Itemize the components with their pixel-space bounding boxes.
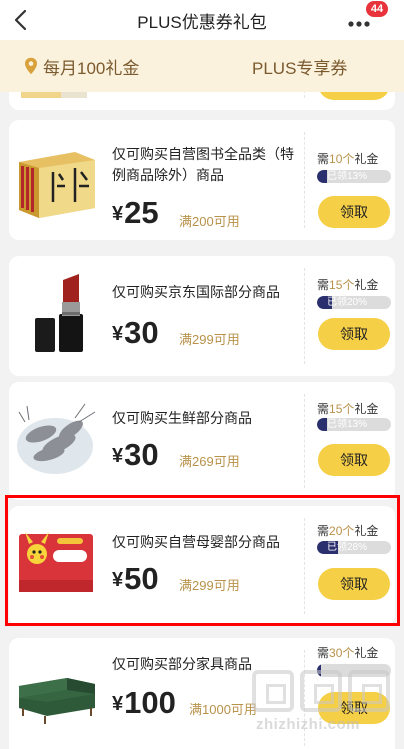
gift-cost: 需30个礼金 (317, 644, 378, 661)
coupon-price: ¥ 100 (112, 678, 176, 718)
claim-button[interactable]: 领取 (318, 318, 390, 350)
lipstick-image (35, 274, 83, 352)
coupon-card-partial: 领取 (9, 92, 395, 110)
claim-progress-text: 已领13% (327, 419, 368, 430)
coupon-amount: 100 (124, 685, 176, 720)
product-image (21, 92, 87, 98)
coupon-amount: 30 (124, 315, 159, 350)
claim-button[interactable]: 领取 (318, 92, 390, 100)
coupon-card: 仅可购买生鲜部分商品 ¥ 30 满269可用 需15个礼金 已领13% 领取 (9, 382, 395, 500)
coupon-card: 仅可购买自营图书全品类（特例商品除外）商品 ¥ 25 满200可用 需10个礼金… (9, 120, 395, 240)
gift-cost-number: 15个 (329, 278, 355, 292)
tab-monthly-gift[interactable]: 每月100礼金 (24, 40, 139, 92)
watermark-logo (252, 670, 402, 712)
currency-symbol: ¥ (112, 323, 124, 345)
claim-progress-text: 已领20% (327, 297, 368, 308)
watermark: zhizhizhi.com (252, 670, 402, 742)
coupon-condition: 满1000可用 (189, 702, 257, 717)
claim-progress-bar: 已领13% (317, 418, 391, 431)
claim-progress-bar: 已领20% (317, 296, 391, 309)
coupon-amount: 25 (124, 195, 159, 230)
notification-badge: 44 (366, 1, 388, 17)
watermark-text: zhizhizhi.com (256, 716, 360, 733)
coupon-description: 仅可购买自营图书全品类（特例商品除外）商品 (112, 146, 294, 183)
gift-cost-prefix: 需 (317, 646, 330, 660)
coupon-description: 仅可购买生鲜部分商品 (112, 410, 252, 426)
coupon-condition: 满269可用 (179, 454, 240, 469)
tab-plus-coupons-label: PLUS专享券 (252, 58, 348, 78)
coupon-price: ¥ 30 (112, 430, 159, 470)
claim-button[interactable]: 领取 (318, 444, 390, 476)
coupon-card: 仅可购买京东国际部分商品 ¥ 30 满299可用 需15个礼金 已领20% 领取 (9, 256, 395, 376)
gift-cost-suffix: 礼金 (354, 402, 379, 416)
card-divider (304, 268, 305, 364)
coupon-condition: 满299可用 (179, 332, 240, 347)
gift-cost-prefix: 需 (317, 278, 330, 292)
book-set-image (19, 152, 95, 218)
claim-progress-bar: 已领13% (317, 170, 391, 183)
gift-cost-number: 10个 (329, 152, 355, 166)
card-divider (304, 92, 305, 98)
tab-plus-coupons[interactable]: PLUS专享券 (252, 40, 347, 92)
currency-symbol: ¥ (112, 203, 124, 225)
gift-cost: 需10个礼金 (317, 150, 378, 167)
gift-cost-number: 30个 (329, 646, 355, 660)
shrimp-image (17, 403, 96, 474)
tab-monthly-gift-label: 每月100礼金 (43, 58, 140, 78)
claim-progress-fill (317, 170, 327, 183)
coupon-amount: 30 (124, 437, 159, 472)
coupon-condition: 满200可用 (179, 214, 240, 229)
claim-button[interactable]: 领取 (318, 196, 390, 228)
currency-symbol: ¥ (112, 693, 124, 715)
gift-cost-suffix: 礼金 (354, 278, 379, 292)
highlight-box (5, 495, 400, 626)
gift-cost-prefix: 需 (317, 402, 330, 416)
gift-cost-prefix: 需 (317, 152, 330, 166)
gift-cost: 需15个礼金 (317, 276, 378, 293)
sofa-image (19, 678, 95, 724)
coupon-list[interactable]: 领取 仅可购买自营图书全品类（特例商品除外）商品 ¥ 25 满200可用 需10… (0, 92, 404, 749)
gift-cost-suffix: 礼金 (354, 646, 379, 660)
gift-cost-suffix: 礼金 (354, 152, 379, 166)
currency-symbol: ¥ (112, 445, 124, 467)
coupon-price: ¥ 25 (112, 188, 159, 228)
coupon-description: 仅可购买京东国际部分商品 (112, 284, 280, 300)
gift-cost: 需15个礼金 (317, 400, 378, 417)
tab-bar: 每月100礼金 PLUS专享券 (0, 40, 404, 92)
claim-progress-fill (317, 418, 327, 431)
card-divider (304, 132, 305, 228)
location-pin-icon (24, 57, 38, 75)
card-divider (304, 394, 305, 488)
coupon-price: ¥ 30 (112, 308, 159, 348)
top-bar: PLUS优惠券礼包 44 (0, 0, 404, 40)
gift-cost-number: 15个 (329, 402, 355, 416)
claim-progress-text: 已领13% (327, 171, 368, 182)
